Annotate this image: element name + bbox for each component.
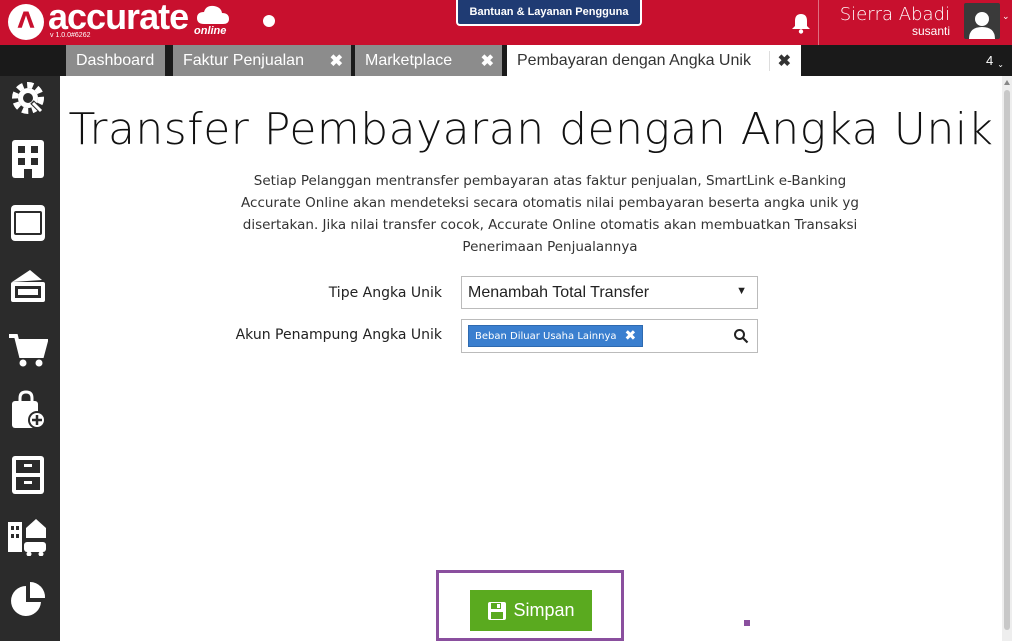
- close-icon[interactable]: ✖: [330, 51, 343, 71]
- tab-pembayaran-angka-unik[interactable]: Pembayaran dengan Angka Unik ✖: [507, 45, 801, 76]
- accurate-logo-mark[interactable]: Λ: [8, 4, 44, 40]
- tab-faktur-penjualan[interactable]: Faktur Penjualan ✖: [173, 45, 351, 76]
- assets-icon[interactable]: [8, 516, 48, 556]
- select-value: Menambah Total Transfer: [468, 283, 650, 301]
- logo-glyph: Λ: [17, 9, 35, 34]
- dropdown-arrow-icon: ▼: [736, 285, 747, 297]
- cloud-icon: [197, 5, 229, 24]
- cart-icon[interactable]: [8, 328, 48, 368]
- chevron-down-icon: ⌄: [997, 60, 1004, 69]
- user-company-name[interactable]: Sierra Abadi: [830, 4, 950, 25]
- header-divider: [818, 0, 819, 45]
- avatar[interactable]: [964, 3, 1000, 39]
- help-button[interactable]: Bantuan & Layanan Pengguna: [456, 0, 642, 26]
- close-icon[interactable]: ✖: [481, 51, 494, 71]
- tab-bar: Dashboard Faktur Penjualan ✖ Marketplace…: [0, 45, 1012, 76]
- user-menu-chevron-icon[interactable]: ⌄: [1002, 12, 1010, 22]
- app-header: Λ accurate online v 1.0.0#6262 Bantuan &…: [0, 0, 1012, 45]
- tab-count-dropdown[interactable]: 4 ⌄: [978, 45, 1012, 76]
- version-label: v 1.0.0#6262: [50, 32, 91, 39]
- user-login-name[interactable]: susanti: [830, 24, 950, 38]
- scrollbar-thumb[interactable]: [1004, 90, 1010, 630]
- page-title: Transfer Pembayaran dengan Angka Unik: [68, 104, 994, 155]
- search-icon[interactable]: [733, 328, 749, 344]
- save-button[interactable]: Simpan: [470, 590, 592, 631]
- tipe-angka-unik-select[interactable]: Menambah Total Transfer ▼: [461, 276, 758, 309]
- annotation-dot: [744, 620, 750, 626]
- tab-marketplace[interactable]: Marketplace ✖: [355, 45, 502, 76]
- status-dot-icon[interactable]: [263, 15, 275, 27]
- tab-dashboard[interactable]: Dashboard: [66, 45, 165, 76]
- gear-icon[interactable]: [8, 78, 48, 118]
- content-area: [60, 76, 1002, 641]
- akun-penampung-label: Akun Penampung Angka Unik: [235, 327, 442, 343]
- ledger-icon[interactable]: [8, 202, 48, 242]
- akun-penampung-field[interactable]: Beban Diluar Usaha Lainnya ✖: [461, 319, 758, 353]
- tab-label: Marketplace: [365, 51, 453, 69]
- sidebar: [0, 76, 60, 641]
- tag-label: Beban Diluar Usaha Lainnya: [475, 330, 617, 342]
- logo-online-text: online: [194, 25, 227, 37]
- page-description: Setiap Pelanggan mentransfer pembayaran …: [241, 173, 859, 255]
- selected-account-tag: Beban Diluar Usaha Lainnya ✖: [468, 325, 644, 347]
- scroll-up-icon[interactable]: [1004, 80, 1010, 85]
- remove-tag-icon[interactable]: ✖: [625, 328, 637, 344]
- tab-label: Pembayaran dengan Angka Unik: [517, 51, 751, 69]
- cash-icon[interactable]: [8, 264, 48, 304]
- cabinet-icon[interactable]: [8, 454, 48, 494]
- building-icon[interactable]: [8, 138, 48, 178]
- tab-label: Faktur Penjualan: [183, 51, 304, 69]
- tipe-angka-unik-label: Tipe Angka Unik: [328, 285, 442, 301]
- close-icon[interactable]: ✖: [768, 51, 791, 71]
- user-icon: [969, 12, 995, 39]
- vertical-scrollbar[interactable]: [1002, 76, 1012, 641]
- save-label: Simpan: [513, 600, 575, 620]
- pie-chart-icon[interactable]: [8, 580, 48, 620]
- tab-label: Dashboard: [76, 51, 155, 69]
- bag-plus-icon[interactable]: [8, 390, 48, 430]
- floppy-disk-icon: [488, 601, 507, 620]
- bell-icon[interactable]: [786, 8, 816, 38]
- tab-count-label: 4: [986, 53, 994, 68]
